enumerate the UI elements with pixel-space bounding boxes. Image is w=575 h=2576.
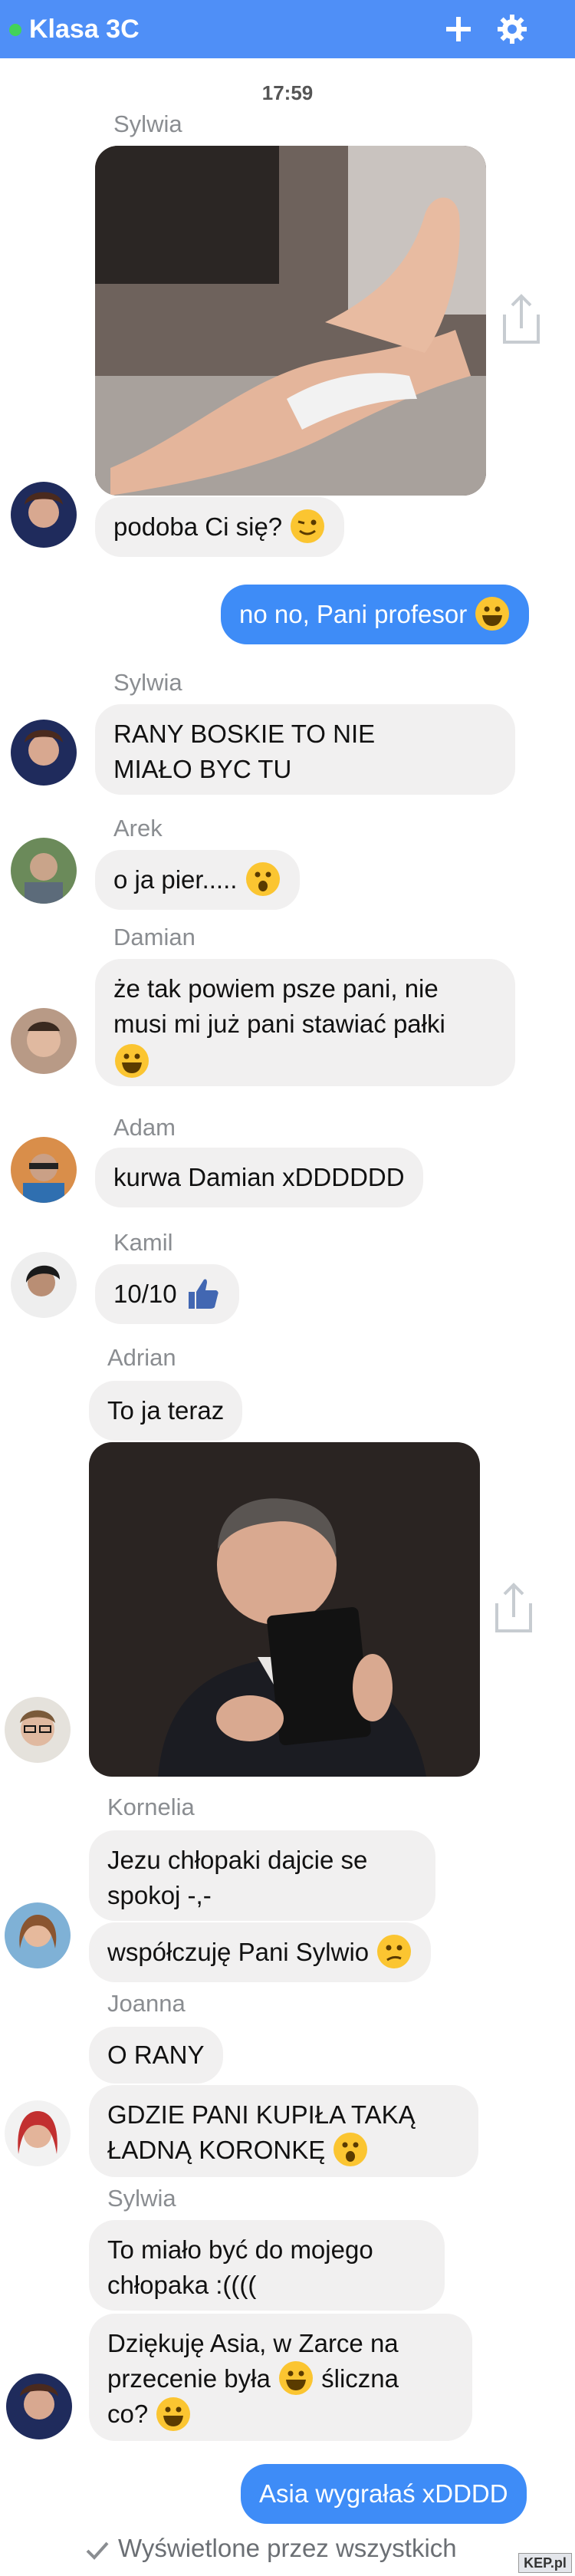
grin-emoji-icon [115,1044,149,1079]
message-text: GDZIE PANI KUPIŁA TAKĄ [107,2100,416,2129]
message-text: To miało być do mojego [107,2235,373,2264]
surprised-emoji-icon [334,2133,368,2167]
message-bubble: RANY BOSKIE TO NIE MIAŁO BYC TU [95,704,515,795]
message-text: spokoj -,- [107,1881,212,1909]
share-icon[interactable] [492,1580,535,1636]
message-bubble: O RANY [89,2027,223,2084]
avatar[interactable] [11,1137,77,1203]
wink-emoji-icon [291,509,325,544]
grin-emoji-icon [156,2396,191,2431]
message-text: że tak powiem psze pani, nie [113,974,439,1003]
sender-name: Damian [113,924,196,950]
seen-status: Wyświetlone przez wszystkich [84,2532,457,2565]
message-bubble: kurwa Damian xDDDDDD [95,1148,423,1207]
chat-header: Klasa 3C [0,0,575,58]
message-bubble: o ja pier..... [95,850,300,910]
grin-emoji-icon [475,597,510,631]
avatar[interactable] [11,482,77,548]
message-text: śliczna [321,2364,399,2393]
sender-name: Joanna [107,1990,186,2017]
plus-icon[interactable] [442,12,475,46]
surprised-emoji-icon [245,862,280,897]
message-bubble: że tak powiem psze pani, nie musi mi już… [95,959,515,1086]
avatar[interactable] [5,1902,71,1968]
avatar[interactable] [11,838,77,904]
thumbs-up-icon [188,1279,219,1309]
sender-name: Kamil [113,1229,173,1256]
sender-name: Sylwia [113,110,182,137]
share-icon[interactable] [500,292,543,347]
message-text: Asia wygrałaś xDDDD [259,2479,508,2508]
message-text: no no, Pani profesor [239,600,468,628]
confused-emoji-icon [377,1935,412,1969]
avatar[interactable] [6,2373,72,2439]
message-text: RANY BOSKIE TO NIE [113,720,376,748]
sender-name: Adrian [107,1344,176,1371]
grin-emoji-icon [278,2361,313,2396]
message-text: współczuję Pani Sylwio [107,1938,370,1966]
avatar[interactable] [11,720,77,786]
avatar[interactable] [5,1697,71,1763]
message-bubble: To miało być do mojego chłopaka :(((( [89,2220,445,2311]
shared-photo[interactable] [95,146,486,496]
message-bubble: współczuję Pani Sylwio [89,1922,432,1982]
message-bubble: GDZIE PANI KUPIŁA TAKĄ ŁADNĄ KORONKĘ [89,2085,478,2177]
avatar[interactable] [5,2100,71,2166]
message-text: przecenie była [107,2364,271,2393]
sender-name: Adam [113,1114,176,1141]
message-text: podoba Ci się? [113,512,283,541]
message-text: kurwa Damian xDDDDDD [113,1163,405,1191]
message-text: ŁADNĄ KORONKĘ [107,2136,326,2164]
message-text: O RANY [107,2041,205,2069]
chat-title[interactable]: Klasa 3C [29,14,140,44]
shared-photo[interactable] [89,1442,480,1777]
message-text: 10/10 [113,1280,177,1308]
message-text: To ja teraz [107,1396,225,1425]
message-text: o ja pier..... [113,865,238,894]
gear-icon[interactable] [495,12,529,46]
checkmark-icon [86,2541,109,2561]
message-text: MIAŁO BYC TU [113,755,292,783]
avatar[interactable] [11,1252,77,1318]
sender-name: Sylwia [107,2185,176,2212]
message-bubble: Jezu chłopaki dajcie se spokoj -,- [89,1830,435,1921]
sender-name: Sylwia [113,669,182,696]
message-bubble-own: Asia wygrałaś xDDDD [241,2464,527,2524]
sender-name: Arek [113,815,163,842]
avatar[interactable] [11,1008,77,1074]
message-bubble: Dziękuję Asia, w Zarce na przecenie była… [89,2314,472,2441]
timestamp: 17:59 [261,81,314,104]
message-bubble: 10/10 [95,1264,239,1324]
sender-name: Kornelia [107,1794,195,1820]
message-text: Dziękuję Asia, w Zarce na [107,2329,399,2357]
message-text: chłopaka :(((( [107,2271,257,2299]
message-text: co? [107,2400,149,2429]
watermark-logo: KEP.pl [518,2553,572,2573]
message-text: musi mi już pani stawiać pałki [113,1010,445,1038]
message-bubble-own: no no, Pani profesor [221,585,530,644]
message-bubble: To ja teraz [89,1381,243,1441]
seen-text: Wyświetlone przez wszystkich [118,2534,457,2562]
online-status-dot [9,24,21,36]
message-text: Jezu chłopaki dajcie se [107,1846,368,1874]
message-bubble: podoba Ci się? [95,497,345,557]
